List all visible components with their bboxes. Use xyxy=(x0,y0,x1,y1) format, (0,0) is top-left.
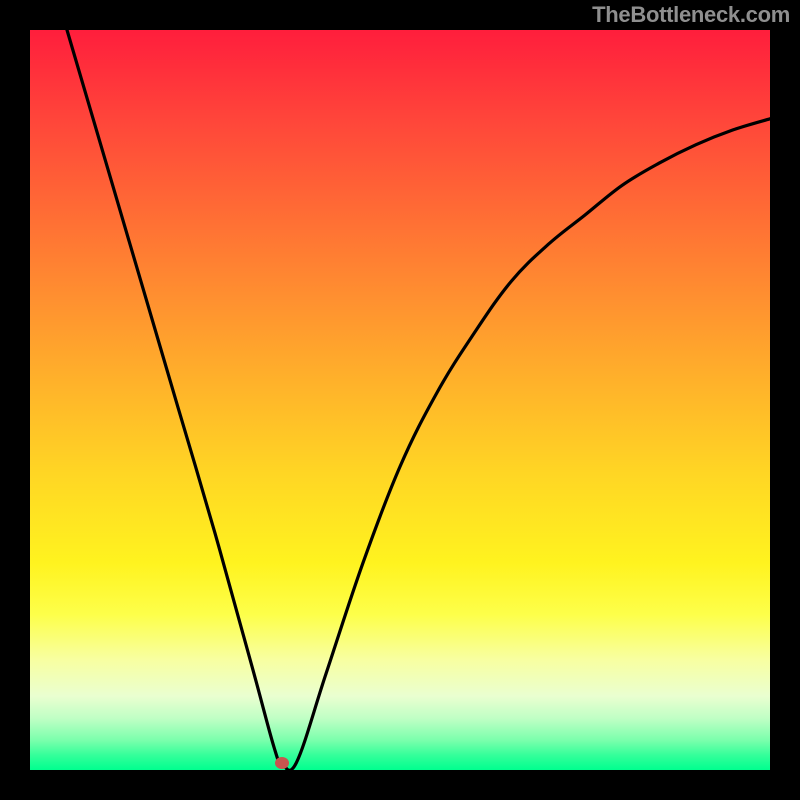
plot-area xyxy=(30,30,770,770)
watermark-label: TheBottleneck.com xyxy=(592,2,790,28)
bottleneck-curve xyxy=(30,30,770,770)
optimum-marker xyxy=(275,757,289,769)
chart-container: TheBottleneck.com xyxy=(0,0,800,800)
